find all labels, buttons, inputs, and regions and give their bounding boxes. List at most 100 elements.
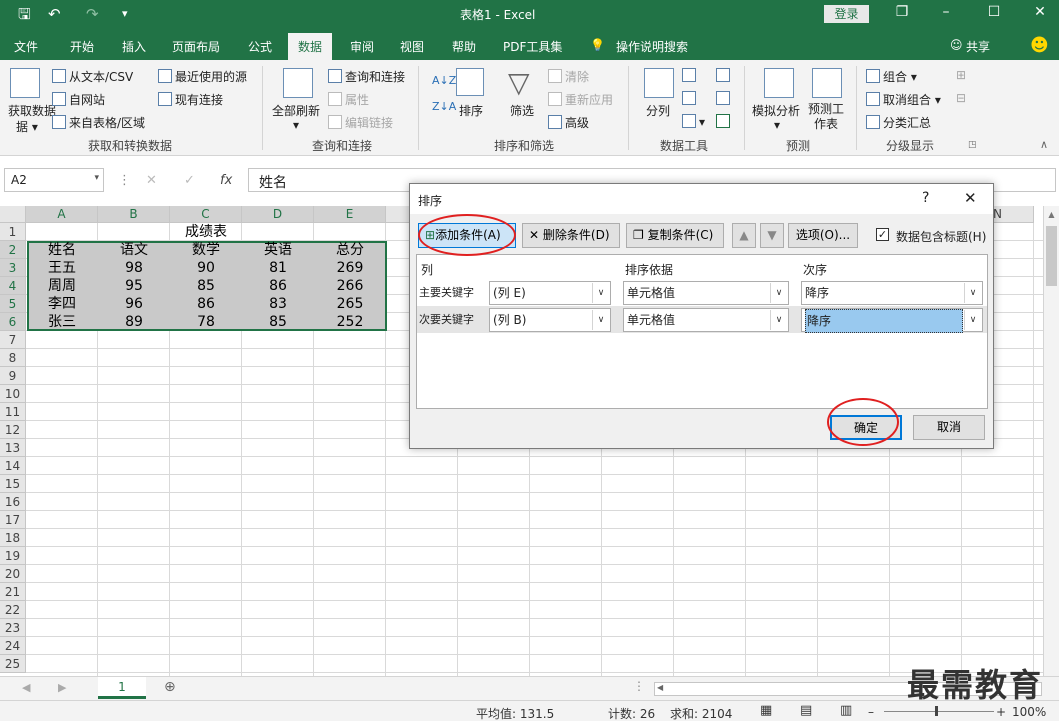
ribbon-display-icon[interactable]: ❐ (892, 4, 912, 20)
primary-column-select[interactable]: (列 E) ∨ (489, 281, 611, 305)
tell-me-search[interactable]: 操作说明搜索 (616, 38, 688, 55)
flash-fill-icon[interactable] (682, 68, 699, 83)
row-header-18[interactable]: 18 (0, 529, 26, 547)
subtotal-button[interactable]: 分类汇总 (866, 114, 931, 131)
tab-file[interactable]: 文件 (14, 38, 38, 55)
queries-connections-button[interactable]: 查询和连接 (328, 68, 405, 85)
zoom-slider-thumb[interactable] (935, 706, 938, 716)
table-cell[interactable]: 周周 (26, 277, 98, 295)
tab-page-layout[interactable]: 页面布局 (172, 38, 220, 55)
filter-button[interactable]: 筛选 (510, 102, 534, 119)
zoom-level[interactable]: 100% (1012, 705, 1046, 719)
row-header-14[interactable]: 14 (0, 457, 26, 475)
minimize-icon[interactable]: – (936, 4, 956, 20)
dialog-close-icon[interactable]: ✕ (964, 189, 977, 207)
row-header-15[interactable]: 15 (0, 475, 26, 493)
primary-order-select[interactable]: 降序 ∨ (801, 281, 983, 305)
row-header-4[interactable]: 4 (0, 277, 26, 295)
ungroup-button[interactable]: 取消组合 ▾ (866, 91, 941, 108)
row-header-7[interactable]: 7 (0, 331, 26, 349)
header-cell[interactable]: 姓名 (26, 241, 98, 259)
refresh-all-icon[interactable] (283, 68, 313, 98)
column-header-C[interactable]: C (170, 206, 242, 223)
row-header-20[interactable]: 20 (0, 565, 26, 583)
forecast-sheet-button[interactable]: 预测工作表 (806, 102, 846, 132)
row-header-24[interactable]: 24 (0, 637, 26, 655)
customize-qat-icon[interactable]: ▾ (122, 4, 128, 24)
scroll-left-icon[interactable]: ◀ (657, 683, 663, 692)
refresh-all-button[interactable]: 全部刷新 (272, 102, 320, 119)
column-header-A[interactable]: A (26, 206, 98, 223)
row-header-2[interactable]: 2 (0, 241, 26, 259)
tab-help[interactable]: 帮助 (452, 38, 476, 55)
table-cell[interactable]: 83 (242, 295, 314, 313)
from-table-button[interactable]: 来自表格/区域 (52, 114, 145, 131)
get-data-icon[interactable] (10, 68, 40, 98)
collapse-ribbon-icon[interactable]: ∧ (1040, 138, 1048, 151)
copy-level-button[interactable]: ❐ 复制条件(C) (626, 223, 724, 248)
row-header-16[interactable]: 16 (0, 493, 26, 511)
what-if-dropdown-icon[interactable]: ▾ (774, 118, 780, 132)
table-cell[interactable]: 96 (98, 295, 170, 313)
column-header-D[interactable]: D (242, 206, 314, 223)
row-header-25[interactable]: 25 (0, 655, 26, 673)
move-down-button[interactable]: ▼ (760, 223, 784, 248)
row-header-21[interactable]: 21 (0, 583, 26, 601)
secondary-column-select[interactable]: (列 B) ∨ (489, 308, 611, 332)
sheet-title[interactable]: 成绩表 (26, 223, 386, 241)
cancel-button[interactable]: 取消 (913, 415, 985, 440)
row-header-5[interactable]: 5 (0, 295, 26, 313)
row-header-17[interactable]: 17 (0, 511, 26, 529)
row-header-10[interactable]: 10 (0, 385, 26, 403)
insert-function-icon[interactable]: fx (220, 173, 232, 188)
next-sheet-icon[interactable]: ▶ (58, 681, 66, 694)
row-header-11[interactable]: 11 (0, 403, 26, 421)
row-header-1[interactable]: 1 (0, 223, 26, 241)
row-header-22[interactable]: 22 (0, 601, 26, 619)
get-data-button[interactable]: 获取数据 (8, 102, 56, 119)
table-cell[interactable]: 85 (170, 277, 242, 295)
login-button[interactable]: 登录 (824, 5, 869, 23)
data-model-icon[interactable] (716, 114, 733, 129)
row-header-23[interactable]: 23 (0, 619, 26, 637)
remove-duplicates-icon[interactable] (682, 91, 699, 106)
table-cell[interactable]: 90 (170, 259, 242, 277)
what-if-button[interactable]: 模拟分析 (752, 102, 800, 119)
vertical-scroll-thumb[interactable] (1046, 226, 1057, 286)
table-cell[interactable]: 王五 (26, 259, 98, 277)
name-box-dropdown-icon[interactable]: ▾ (94, 173, 99, 183)
header-cell[interactable]: 语文 (98, 241, 170, 259)
split-handle-icon[interactable]: ⋮ (633, 679, 645, 693)
row-header-3[interactable]: 3 (0, 259, 26, 277)
get-data-dropdown-icon[interactable]: 据 ▾ (16, 118, 38, 135)
zoom-slider[interactable] (884, 711, 994, 712)
zoom-out-icon[interactable]: – (868, 705, 874, 719)
from-web-button[interactable]: 自网站 (52, 91, 105, 108)
scroll-up-icon[interactable]: ▲ (1046, 210, 1057, 222)
table-cell[interactable]: 89 (98, 313, 170, 331)
tab-view[interactable]: 视图 (400, 38, 424, 55)
text-to-columns-button[interactable]: 分列 (646, 102, 670, 119)
column-header-B[interactable]: B (98, 206, 170, 223)
sort-za-icon[interactable]: Z↓A (432, 100, 456, 113)
consolidate-icon[interactable] (716, 68, 733, 83)
table-cell[interactable]: 269 (314, 259, 386, 277)
table-cell[interactable]: 85 (242, 313, 314, 331)
table-cell[interactable]: 266 (314, 277, 386, 295)
tab-home[interactable]: 开始 (70, 38, 94, 55)
header-cell[interactable]: 英语 (242, 241, 314, 259)
column-header-E[interactable]: E (314, 206, 386, 223)
select-all-corner[interactable] (0, 206, 26, 223)
data-validation-icon[interactable]: ▾ (682, 114, 705, 129)
row-header-13[interactable]: 13 (0, 439, 26, 457)
table-cell[interactable]: 86 (170, 295, 242, 313)
sort-icon[interactable] (456, 68, 484, 96)
sort-level-row-2[interactable]: 次要关键字 (列 B) ∨ 单元格值 ∨ 降序 ∨ (417, 306, 987, 333)
vertical-scrollbar[interactable]: ▲ (1043, 206, 1059, 676)
relationships-icon[interactable] (716, 91, 733, 106)
prev-sheet-icon[interactable]: ◀ (22, 681, 30, 694)
share-button[interactable]: 共享 (966, 38, 990, 55)
row-header-6[interactable]: 6 (0, 313, 26, 331)
sort-button[interactable]: 排序 (459, 102, 483, 119)
primary-sort-on-select[interactable]: 单元格值 ∨ (623, 281, 789, 305)
